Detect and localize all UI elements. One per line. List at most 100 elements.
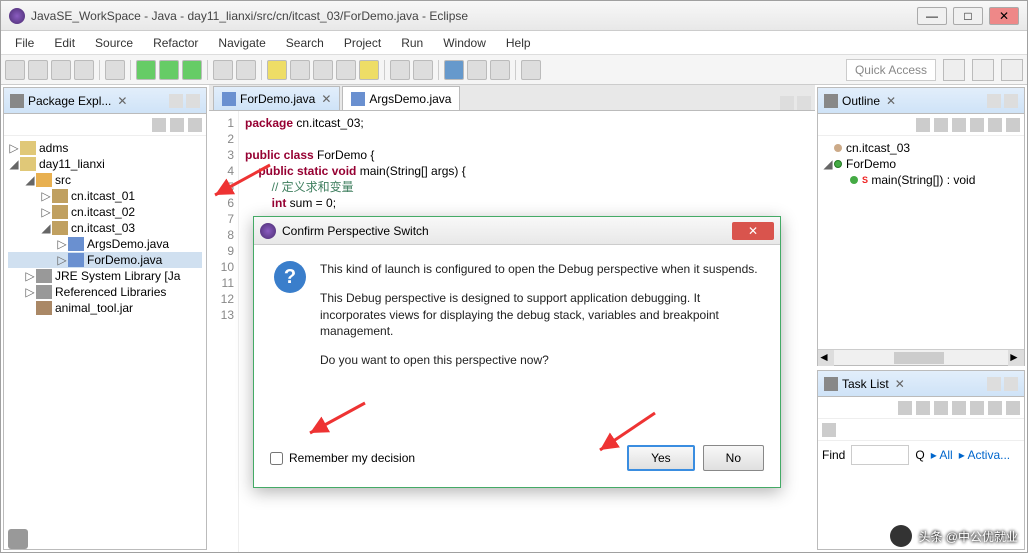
close-button[interactable]: ✕: [989, 7, 1019, 25]
tree-project[interactable]: ▷adms: [8, 140, 202, 156]
tree-file[interactable]: ▷ArgsDemo.java: [8, 236, 202, 252]
package-explorer-tab[interactable]: Package Expl... ✕: [4, 88, 206, 114]
find-input[interactable]: [851, 445, 909, 465]
link-editor-icon[interactable]: [170, 118, 184, 132]
last-edit-icon[interactable]: [444, 60, 464, 80]
editor-tab-fordemo[interactable]: ForDemo.java✕: [213, 86, 340, 110]
close-icon[interactable]: ✕: [117, 94, 127, 108]
schedule-icon[interactable]: [934, 401, 948, 415]
maximize-view-icon[interactable]: [1004, 377, 1018, 391]
minimize-button[interactable]: —: [917, 7, 947, 25]
next-annotation-icon[interactable]: [390, 60, 410, 80]
maximize-view-icon[interactable]: [797, 96, 811, 110]
remember-checkbox[interactable]: Remember my decision: [270, 451, 415, 465]
search-tb-icon[interactable]: [290, 60, 310, 80]
menu-project[interactable]: Project: [336, 34, 389, 52]
tree-src[interactable]: ◢src: [8, 172, 202, 188]
activate-link[interactable]: ▸ Activa...: [959, 448, 1010, 462]
package-explorer-panel: Package Expl... ✕ ▷adms ◢day11_lianxi ◢s…: [3, 87, 207, 550]
view-menu-icon[interactable]: [1006, 401, 1020, 415]
minimize-view-icon[interactable]: [169, 94, 183, 108]
menu-file[interactable]: File: [7, 34, 42, 52]
no-button[interactable]: No: [703, 445, 764, 471]
toggle-block-icon[interactable]: [336, 60, 356, 80]
debug-perspective-icon[interactable]: [972, 59, 994, 81]
hide-fields-icon[interactable]: [934, 118, 948, 132]
titlebar: JavaSE_WorkSpace - Java - day11_lianxi/s…: [1, 1, 1027, 31]
hide-local-icon[interactable]: [988, 118, 1002, 132]
prev-annotation-icon[interactable]: [413, 60, 433, 80]
tree-jar[interactable]: animal_tool.jar: [8, 300, 202, 316]
save-all-icon[interactable]: [51, 60, 71, 80]
outline-tab[interactable]: Outline ✕: [818, 88, 1024, 114]
menu-search[interactable]: Search: [278, 34, 332, 52]
tasklist-tab[interactable]: Task List ✕: [818, 371, 1024, 397]
new-class-icon[interactable]: [236, 60, 256, 80]
editor-tab-argsdemo[interactable]: ArgsDemo.java: [342, 86, 460, 110]
forward-icon[interactable]: [490, 60, 510, 80]
minimize-view-icon[interactable]: [780, 96, 794, 110]
synchronize-icon[interactable]: [970, 401, 984, 415]
close-icon[interactable]: ✕: [886, 94, 896, 108]
quick-access[interactable]: Quick Access: [846, 59, 936, 81]
run-last-icon[interactable]: [182, 60, 202, 80]
tree-file[interactable]: ▷ForDemo.java: [8, 252, 202, 268]
arrow-down-icon[interactable]: [822, 423, 836, 437]
build-icon[interactable]: [105, 60, 125, 80]
toggle-breadcrumb-icon[interactable]: [359, 60, 379, 80]
scrollbar[interactable]: ◄►: [818, 349, 1024, 365]
tree-package[interactable]: ▷cn.itcast_01: [8, 188, 202, 204]
menu-source[interactable]: Source: [87, 34, 141, 52]
new-task-icon[interactable]: [898, 401, 912, 415]
focus-icon[interactable]: [952, 401, 966, 415]
tree-ref-lib[interactable]: ▷Referenced Libraries: [8, 284, 202, 300]
tree-package[interactable]: ◢cn.itcast_03: [8, 220, 202, 236]
menu-run[interactable]: Run: [393, 34, 431, 52]
view-menu-icon[interactable]: [188, 118, 202, 132]
dialog-close-button[interactable]: ✕: [732, 222, 774, 240]
menu-help[interactable]: Help: [498, 34, 539, 52]
eclipse-icon: [9, 8, 25, 24]
tree-package[interactable]: ▷cn.itcast_02: [8, 204, 202, 220]
close-icon[interactable]: ✕: [895, 377, 905, 391]
maximize-button[interactable]: □: [953, 7, 983, 25]
outline-package[interactable]: cn.itcast_03: [822, 140, 1020, 156]
open-type-icon[interactable]: [267, 60, 287, 80]
new-package-icon[interactable]: [213, 60, 233, 80]
minimize-view-icon[interactable]: [987, 94, 1001, 108]
view-menu-icon[interactable]: [1006, 118, 1020, 132]
menu-navigate[interactable]: Navigate: [210, 34, 273, 52]
menu-edit[interactable]: Edit: [46, 34, 83, 52]
tree-project[interactable]: ◢day11_lianxi: [8, 156, 202, 172]
tree-jre[interactable]: ▷JRE System Library [Ja: [8, 268, 202, 284]
menu-refactor[interactable]: Refactor: [145, 34, 206, 52]
status-icon[interactable]: [8, 529, 28, 549]
collapse-all-icon[interactable]: [152, 118, 166, 132]
maximize-view-icon[interactable]: [1004, 94, 1018, 108]
run-icon[interactable]: [159, 60, 179, 80]
debug-icon[interactable]: [136, 60, 156, 80]
save-icon[interactable]: [28, 60, 48, 80]
hide-nonpublic-icon[interactable]: [970, 118, 984, 132]
pin-icon[interactable]: [521, 60, 541, 80]
outline-title: Outline: [842, 94, 880, 108]
minimize-view-icon[interactable]: [987, 377, 1001, 391]
team-perspective-icon[interactable]: [1001, 59, 1023, 81]
remember-checkbox-input[interactable]: [270, 452, 283, 465]
close-icon[interactable]: ✕: [321, 92, 331, 106]
all-link[interactable]: ▸ All: [931, 448, 953, 462]
categorize-icon[interactable]: [916, 401, 930, 415]
sort-icon[interactable]: [916, 118, 930, 132]
maximize-view-icon[interactable]: [186, 94, 200, 108]
back-icon[interactable]: [467, 60, 487, 80]
outline-method[interactable]: S main(String[]) : void: [822, 172, 1020, 188]
new-icon[interactable]: [5, 60, 25, 80]
collapse-icon[interactable]: [988, 401, 1002, 415]
java-perspective-icon[interactable]: [943, 59, 965, 81]
print-icon[interactable]: [74, 60, 94, 80]
outline-class[interactable]: ◢ForDemo: [822, 156, 1020, 172]
hide-static-icon[interactable]: [952, 118, 966, 132]
toggle-mark-icon[interactable]: [313, 60, 333, 80]
menu-window[interactable]: Window: [435, 34, 494, 52]
yes-button[interactable]: Yes: [627, 445, 695, 471]
